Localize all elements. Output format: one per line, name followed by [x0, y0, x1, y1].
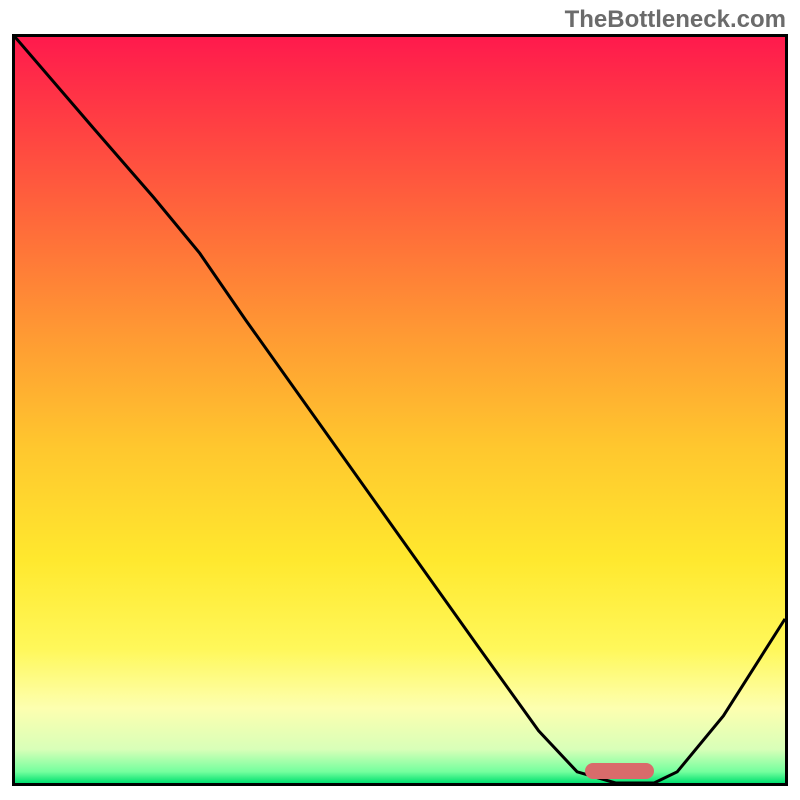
bottleneck-chart: TheBottleneck.com — [0, 0, 800, 800]
optimal-range-marker — [585, 763, 654, 779]
plot-area — [12, 34, 788, 786]
watermark-text: TheBottleneck.com — [565, 6, 786, 34]
bottleneck-curve — [15, 37, 785, 783]
curve-layer — [15, 37, 785, 783]
